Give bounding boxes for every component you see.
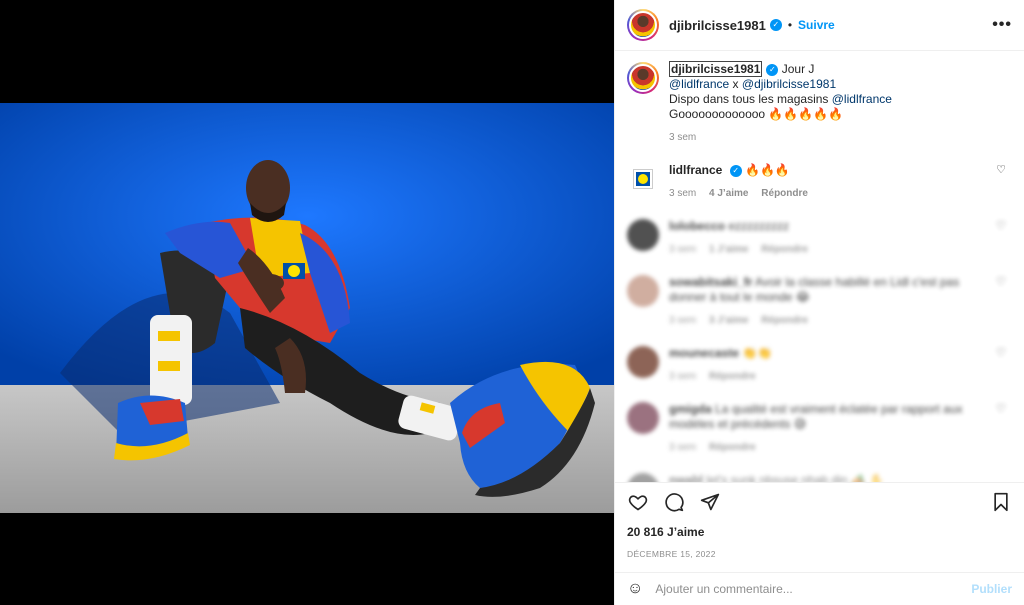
reply-button[interactable]: Répondre bbox=[761, 244, 808, 255]
comment-like-heart-icon[interactable]: ♡ bbox=[996, 402, 1006, 415]
comment-like-heart-icon[interactable]: ♡ bbox=[996, 275, 1006, 288]
separator-dot: • bbox=[787, 18, 793, 32]
comment-text: let's sunk nbsuse nhab din 🏕️ ✋ bbox=[706, 473, 884, 482]
comment-username[interactable]: lolobecco bbox=[669, 219, 725, 233]
comment-icon[interactable] bbox=[663, 491, 685, 513]
author-avatar[interactable] bbox=[627, 9, 659, 41]
comments-list[interactable]: djibrilcisse1981 ✓ Jour J @lidlfrance x @… bbox=[615, 52, 1024, 482]
comment-item: lolobecco ezzzzzzzzz 3 sem 1 J’aime Répo… bbox=[627, 219, 1012, 257]
caption-mention[interactable]: @lidlfrance bbox=[832, 92, 892, 106]
caption-username[interactable]: djibrilcisse1981 bbox=[669, 61, 763, 77]
caption-line3: Dispo dans tous les magasins bbox=[669, 92, 832, 106]
reply-button[interactable]: Répondre bbox=[709, 371, 756, 382]
comment-time[interactable]: 3 sem bbox=[669, 371, 696, 382]
comment-username[interactable]: nwabl bbox=[669, 473, 703, 482]
comment-input[interactable] bbox=[655, 582, 972, 596]
commenter-avatar[interactable] bbox=[627, 346, 659, 378]
post-photo[interactable] bbox=[0, 103, 614, 513]
comment-time[interactable]: 3 sem bbox=[669, 442, 696, 453]
comment-item: nwabl let's sunk nbsuse nhab din 🏕️ ✋ bbox=[627, 473, 1012, 482]
post-header: djibrilcisse1981 ✓ • Suivre ••• bbox=[615, 0, 1024, 51]
verified-badge-icon: ✓ bbox=[766, 63, 779, 76]
share-icon[interactable] bbox=[699, 491, 721, 513]
comment-likes[interactable]: 1 J’aime bbox=[709, 244, 748, 255]
comment-item: gmigda La qualité est vraiment éclatée p… bbox=[627, 402, 1012, 455]
commenter-avatar[interactable] bbox=[627, 402, 659, 434]
caption-avatar[interactable] bbox=[627, 62, 659, 94]
reply-button[interactable]: Répondre bbox=[761, 315, 808, 326]
comment-text: ezzzzzzzzz bbox=[728, 219, 790, 233]
commenter-avatar[interactable] bbox=[627, 163, 659, 195]
comment-username[interactable]: sowabitsaki_fr bbox=[669, 275, 752, 289]
caption-mention[interactable]: @djibrilcisse1981 bbox=[742, 77, 836, 91]
comment-time[interactable]: 3 sem bbox=[669, 315, 696, 326]
instagram-post-modal: djibrilcisse1981 ✓ • Suivre ••• djibrilc… bbox=[0, 0, 1024, 605]
bookmark-icon[interactable] bbox=[990, 491, 1012, 513]
add-comment-bar: ☺ Publier bbox=[615, 572, 1024, 605]
post-media bbox=[0, 0, 614, 605]
comment-username[interactable]: mounecaste bbox=[669, 346, 739, 360]
comment-text: 👏👏 bbox=[742, 346, 773, 360]
post-details-panel: djibrilcisse1981 ✓ • Suivre ••• djibrilc… bbox=[614, 0, 1024, 605]
comment-like-heart-icon[interactable]: ♡ bbox=[996, 219, 1006, 232]
heart-icon[interactable] bbox=[627, 491, 649, 513]
caption-x: x bbox=[729, 77, 742, 91]
reply-button[interactable]: Répondre bbox=[709, 442, 756, 453]
verified-badge-icon: ✓ bbox=[769, 19, 782, 31]
comment-text: La qualité est vraiment éclatée par rapp… bbox=[669, 402, 963, 431]
comment-item: mounecaste 👏👏 3 sem Répondre ♡ bbox=[627, 346, 1012, 384]
comment-time[interactable]: 3 sem bbox=[669, 244, 696, 255]
more-options-icon[interactable]: ••• bbox=[992, 16, 1012, 34]
post-date[interactable]: DÉCEMBRE 15, 2022 bbox=[627, 549, 1012, 559]
commenter-avatar[interactable] bbox=[627, 275, 659, 307]
comment-text: 🔥🔥🔥 bbox=[745, 163, 790, 177]
comment-username[interactable]: gmigda bbox=[669, 402, 712, 416]
commenter-avatar[interactable] bbox=[627, 219, 659, 251]
post-actions: 20 816 J’aime DÉCEMBRE 15, 2022 bbox=[615, 482, 1024, 559]
verified-badge-icon: ✓ bbox=[729, 164, 742, 177]
comment-likes[interactable]: 4 J’aime bbox=[709, 188, 748, 199]
comment-username[interactable]: lidlfrance bbox=[669, 163, 722, 177]
caption-time[interactable]: 3 sem bbox=[669, 132, 696, 143]
comment-item: sowabitsaki_fr Avoir la classe habillé e… bbox=[627, 275, 1012, 328]
comment-item: lidlfrance ✓ 🔥🔥🔥 3 sem 4 J’aime Répondre… bbox=[627, 163, 1012, 201]
post-caption: djibrilcisse1981 ✓ Jour J @lidlfrance x @… bbox=[627, 61, 1012, 145]
likes-count[interactable]: 20 816 J’aime bbox=[627, 525, 1012, 539]
author-username[interactable]: djibrilcisse1981 bbox=[669, 18, 766, 33]
reply-button[interactable]: Répondre bbox=[761, 188, 808, 199]
emoji-icon[interactable]: ☺ bbox=[627, 580, 643, 598]
caption-line1: Jour J bbox=[781, 62, 815, 76]
publish-button[interactable]: Publier bbox=[971, 582, 1012, 596]
comment-time[interactable]: 3 sem bbox=[669, 188, 696, 199]
caption-mention[interactable]: @lidlfrance bbox=[669, 77, 729, 91]
comment-like-heart-icon[interactable]: ♡ bbox=[996, 346, 1006, 359]
comment-likes[interactable]: 3 J’aime bbox=[709, 315, 748, 326]
comment-like-heart-icon[interactable]: ♡ bbox=[996, 163, 1006, 176]
commenter-avatar[interactable] bbox=[627, 473, 659, 482]
caption-line4: Gooooooooooooo 🔥🔥🔥🔥🔥 bbox=[669, 107, 844, 121]
follow-button[interactable]: Suivre bbox=[798, 18, 835, 32]
